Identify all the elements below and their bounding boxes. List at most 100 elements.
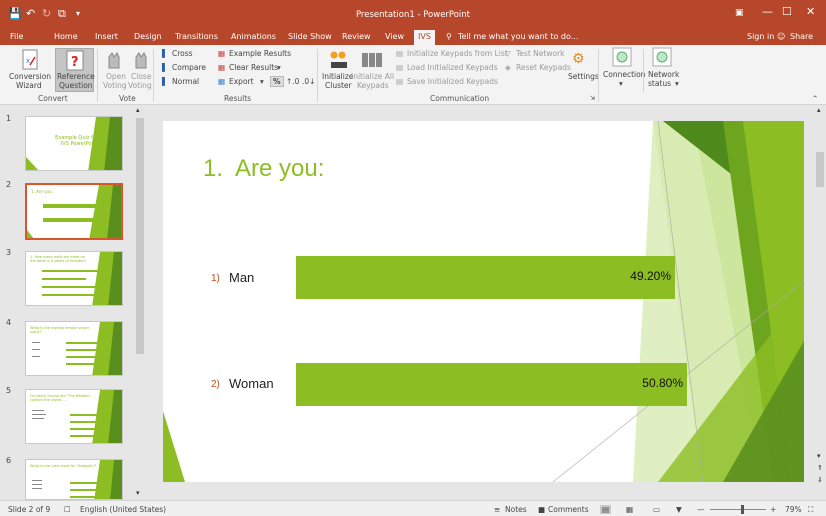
- tab-view[interactable]: View: [385, 32, 404, 41]
- example-results-label: Example Results: [229, 49, 292, 58]
- tab-ivs[interactable]: IVS: [414, 30, 435, 45]
- slide-thumbnail-1[interactable]: Example Quiz for IVS PowerPoint: [25, 116, 123, 171]
- scroll-up-icon[interactable]: ▴: [136, 106, 140, 114]
- increase-decimal-icon[interactable]: ↑.0: [286, 77, 299, 86]
- tab-design[interactable]: Design: [134, 32, 162, 41]
- export-dropdown-icon: ▾: [260, 77, 264, 86]
- language-indicator[interactable]: English (United States): [80, 505, 166, 514]
- sign-in-link[interactable]: Sign in: [747, 32, 774, 41]
- zoom-in-button[interactable]: +: [770, 505, 776, 514]
- slide-thumbnails-panel: 1 Example Quiz for IVS PowerPoint 2 1. A…: [0, 106, 148, 500]
- thumbnail-title: 1. Are you:: [31, 189, 53, 194]
- title-bar: 💾 ↶ ↻ ⧉ ▾ Presentation1 - PowerPoint ▣ —…: [0, 0, 826, 30]
- zoom-slider[interactable]: [710, 505, 766, 514]
- slide-show-icon[interactable]: ▼: [676, 505, 682, 514]
- clear-results-label: Clear Results: [229, 63, 279, 72]
- divider: [317, 49, 318, 102]
- tell-me-search[interactable]: Tell me what you want to do...: [458, 32, 578, 41]
- result-bar-woman[interactable]: 50.80%: [296, 363, 687, 406]
- bar-value-label: 49.20%: [630, 269, 671, 283]
- slide-thumbnail-6[interactable]: What is the Latin word for "Seagulls"?: [25, 459, 123, 500]
- wizard-icon: x: [22, 49, 38, 70]
- percent-button[interactable]: %: [270, 76, 284, 87]
- thumbnail-title: 1. How many balls are there on the table…: [30, 255, 86, 263]
- tab-home[interactable]: Home: [54, 32, 78, 41]
- initialize-cluster-label-1: Initialize: [322, 72, 354, 81]
- cross-chart-icon: ▌: [162, 49, 168, 58]
- slide-thumbnail-3[interactable]: 1. How many balls are there on the table…: [25, 251, 123, 306]
- open-voting-label-1: Open: [106, 72, 127, 81]
- group-vote-label: Vote: [119, 94, 136, 103]
- answer-number: 1): [211, 273, 220, 284]
- share-button[interactable]: Share: [790, 32, 813, 41]
- reference-question-label-2: Question: [59, 81, 93, 90]
- settings-label: Settings: [568, 72, 599, 81]
- close-button[interactable]: ✕: [806, 5, 815, 18]
- slide[interactable]: 1. Are you: 1) Man 2) Woman 49.20% 50.80…: [163, 121, 804, 482]
- zoom-slider-thumb[interactable]: [741, 505, 744, 514]
- decrease-decimal-icon[interactable]: .0↓: [302, 77, 315, 86]
- collapse-ribbon-icon[interactable]: ⌃: [812, 94, 818, 103]
- close-voting-label-1: Close: [131, 72, 152, 81]
- tab-insert[interactable]: Insert: [95, 32, 118, 41]
- tab-file[interactable]: File: [10, 32, 23, 41]
- scroll-down-icon[interactable]: ▾: [136, 489, 140, 497]
- connection-icon: [612, 47, 632, 67]
- tab-transitions[interactable]: Transitions: [175, 32, 218, 41]
- reference-question-button[interactable]: ? Reference Question: [55, 48, 95, 92]
- result-bar-man[interactable]: 49.20%: [296, 256, 675, 299]
- maximize-button[interactable]: ☐: [782, 5, 792, 18]
- conversion-wizard-label-1: Conversion: [9, 72, 52, 81]
- group-results-label: Results: [224, 94, 252, 103]
- load-icon: ▤: [396, 63, 404, 72]
- compare-label: Compare: [172, 63, 207, 72]
- slide-scrollbar[interactable]: ▴ ▾ ⇑ ⇓: [814, 106, 826, 500]
- zoom-out-button[interactable]: —: [697, 505, 705, 514]
- hand-stop-icon: [135, 52, 147, 69]
- minimize-button[interactable]: —: [762, 5, 773, 18]
- comments-button[interactable]: Comments: [548, 505, 589, 514]
- slide-counter: Slide 2 of 9: [8, 505, 51, 514]
- initialize-keypads-from-list-label: Initialize Keypads from List: [407, 49, 508, 58]
- scroll-thumb[interactable]: [816, 152, 824, 187]
- tab-animations[interactable]: Animations: [231, 32, 276, 41]
- slide-sorter-icon[interactable]: ▦: [626, 505, 633, 514]
- group-communication-label: Communication: [430, 94, 490, 103]
- scroll-up-icon[interactable]: ▴: [817, 106, 821, 114]
- load-initialized-keypads-label: Load Initialized Keypads: [407, 63, 498, 72]
- thumbnails-scrollbar[interactable]: ▴ ▾: [134, 106, 146, 500]
- thumbnail-number: 1: [6, 114, 12, 123]
- network-icon: ▽: [505, 49, 511, 58]
- dialog-launcher-icon[interactable]: ⇲: [590, 94, 595, 103]
- slide-title: 1. Are you:: [203, 155, 325, 182]
- cross-label: Cross: [172, 49, 193, 58]
- network-status-icon: [652, 47, 672, 67]
- thumbnail-title: What is the Latin word for "Seagulls"?: [30, 464, 97, 468]
- slide-thumbnail-5[interactable]: On which course did "The Beatles" contai…: [25, 389, 123, 444]
- tab-review[interactable]: Review: [342, 32, 371, 41]
- slide-thumbnail-2[interactable]: 1. Are you:: [25, 183, 123, 240]
- scroll-thumb[interactable]: [136, 118, 144, 354]
- fit-slide-icon[interactable]: ⛶: [808, 505, 813, 515]
- slide-thumbnail-4[interactable]: What is the highest female singer voice?: [25, 321, 123, 376]
- tab-slide-show[interactable]: Slide Show: [288, 32, 332, 41]
- group-convert-label: Convert: [38, 94, 68, 103]
- network-status-label-1: Network: [648, 70, 680, 79]
- reading-view-icon[interactable]: ▭: [653, 505, 660, 514]
- next-slide-icon[interactable]: ⇓: [817, 476, 823, 484]
- keypads-icon: [362, 53, 382, 67]
- thumbnail-number: 2: [6, 180, 12, 189]
- spelling-icon[interactable]: ☐: [64, 505, 71, 514]
- example-results-icon: ▦: [218, 49, 226, 58]
- list-icon: ▤: [396, 49, 404, 58]
- notes-button[interactable]: Notes: [505, 505, 527, 514]
- network-status-label-2: status: [648, 79, 672, 88]
- scroll-down-icon[interactable]: ▾: [817, 452, 821, 460]
- save-initialized-keypads-label: Save Initialized Keypads: [407, 77, 498, 86]
- ribbon-display-icon[interactable]: ▣: [735, 8, 744, 18]
- status-bar: Slide 2 of 9 ☐ English (United States) ≡…: [0, 500, 826, 516]
- zoom-level[interactable]: 79%: [785, 505, 802, 514]
- normal-view-icon[interactable]: ▤: [600, 505, 612, 514]
- notes-icon: ≡: [494, 505, 501, 514]
- previous-slide-icon[interactable]: ⇑: [817, 464, 823, 472]
